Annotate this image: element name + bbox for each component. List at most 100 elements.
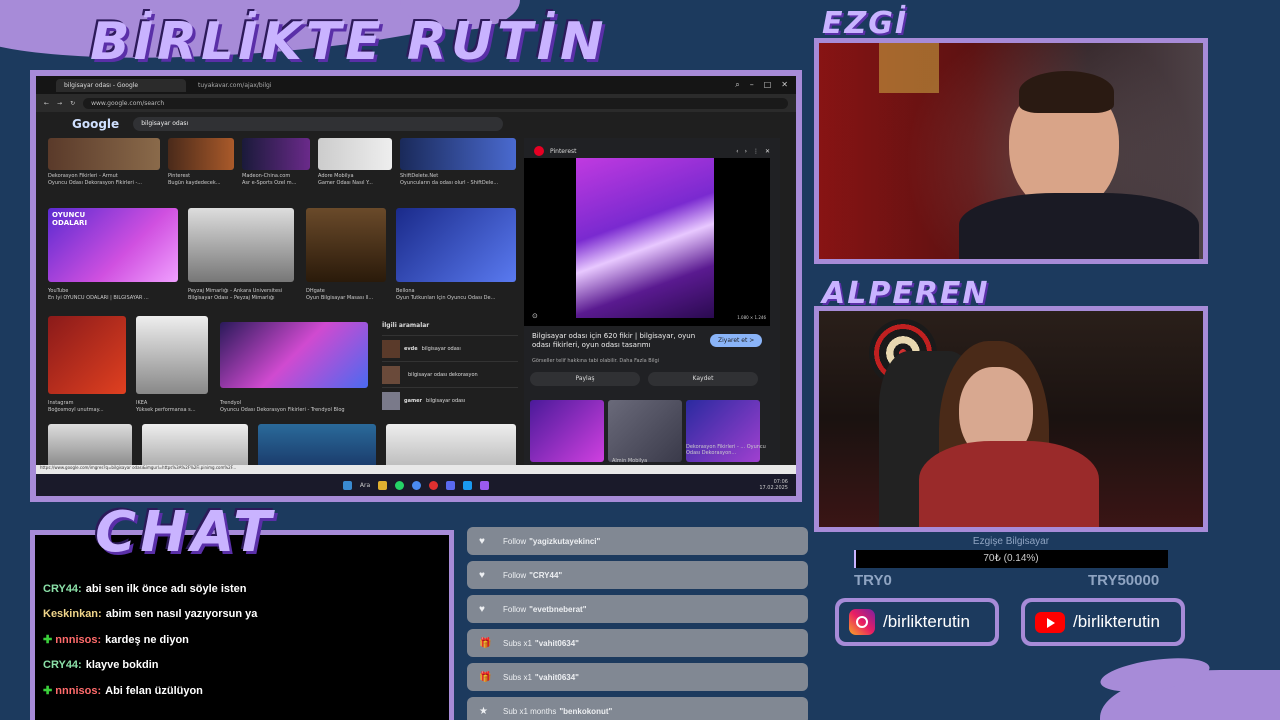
event-user: "vahit0634": [534, 638, 579, 648]
lens-icon[interactable]: ⊙: [532, 312, 538, 320]
result-title[interactable]: Oyuncu Odası Dekorasyon Fikirleri -...: [48, 180, 164, 186]
preview-title[interactable]: Bilgisayar odası için 620 fikir | bilgis…: [532, 332, 702, 350]
cam-top-label: EZGİ: [822, 6, 909, 41]
overlay-title: BİRLİKTE RUTİN: [90, 12, 608, 72]
visit-button[interactable]: Ziyaret et >: [710, 334, 763, 347]
related-item[interactable]: bilgisayar odası dekorasyon: [382, 361, 518, 387]
app-icon[interactable]: [480, 480, 490, 490]
chrome-icon[interactable]: [412, 480, 422, 490]
minimize-icon[interactable]: –: [750, 80, 754, 90]
result-title[interactable]: Yüksek performansa s...: [136, 407, 212, 413]
image-preview-panel: Pinterest ‹ › ⋮ ✕ 1.080 × 1.246 ⊙ Bilgis…: [524, 138, 780, 468]
taskbar: Ara 07:06 17.02.2025: [36, 474, 796, 496]
pinterest-icon: [534, 146, 544, 156]
app-icon[interactable]: [446, 480, 456, 490]
result-thumbnail[interactable]: [400, 138, 516, 170]
event-item: ♥ Follow "yagizkutayekinci": [467, 527, 808, 555]
folder-icon[interactable]: [378, 480, 388, 490]
result-title[interactable]: Asr e-Sports Özel m...: [242, 180, 314, 186]
result-thumbnail[interactable]: [242, 138, 310, 170]
result-title[interactable]: Bilgisayar Odası – Peyzaj Mimarlığı: [188, 295, 298, 301]
url-field[interactable]: www.google.com/search: [83, 97, 788, 109]
similar-thumbnail[interactable]: [608, 400, 682, 462]
browser-tab-active[interactable]: bilgisayar odası - Google: [56, 78, 186, 92]
close-icon[interactable]: ✕: [781, 80, 788, 90]
chat-title: CHAT: [95, 500, 276, 565]
opera-icon[interactable]: [429, 480, 439, 490]
thumbnail-badge: OYUNCU ODALARI: [52, 211, 88, 227]
result-thumbnail[interactable]: [188, 208, 294, 282]
search-icon[interactable]: ⌕: [735, 80, 739, 90]
webcam-bottom: [814, 306, 1208, 532]
streamer-body: [919, 441, 1099, 527]
maximize-icon[interactable]: □: [764, 80, 772, 90]
result-thumbnail[interactable]: [136, 316, 208, 394]
browser-tab[interactable]: tuyakavar.com/ajax/bilgi: [190, 79, 320, 92]
result-thumbnail[interactable]: [48, 424, 132, 468]
google-logo[interactable]: Google: [72, 117, 119, 131]
windows-start-icon[interactable]: [342, 480, 352, 490]
result-thumbnail[interactable]: [306, 208, 386, 282]
reload-icon[interactable]: ↻: [70, 100, 75, 107]
result-source: YouTube: [48, 288, 69, 294]
related-item[interactable]: gamer bilgisayar odası: [382, 387, 518, 413]
preview-image-content: [576, 158, 714, 318]
result-title[interactable]: Boğosmoyl unutmay...: [48, 407, 128, 413]
chat-message: CRY44: klayve bokdin: [43, 659, 441, 671]
event-list: ♥ Follow "yagizkutayekinci" ♥ Follow "CRY4…: [467, 527, 808, 720]
similar-thumbnail[interactable]: [530, 400, 604, 462]
related-searches: İlgili aramalar evde bilgisayar odası bi…: [382, 322, 518, 413]
clock-date: 17.02.2025: [759, 485, 788, 491]
instagram-icon: [849, 609, 875, 635]
heart-icon: ♥: [479, 569, 485, 581]
result-title[interactable]: Bugün kaydedecek...: [168, 180, 238, 186]
result-thumbnail[interactable]: [48, 138, 160, 170]
event-user: "vahit0634": [534, 672, 579, 682]
result-source: Instagram: [48, 400, 74, 406]
event-user: "CRY44": [529, 570, 563, 580]
related-item[interactable]: evde bilgisayar odası: [382, 335, 518, 361]
taskbar-search[interactable]: Ara: [360, 482, 370, 489]
chevron-right-icon[interactable]: ›: [745, 148, 747, 155]
preview-source[interactable]: Pinterest: [550, 148, 577, 155]
result-title[interactable]: Oyuncu Odası Dekorasyon Fikirleri - Tren…: [220, 407, 380, 413]
result-thumbnail[interactable]: [220, 322, 368, 388]
result-thumbnail[interactable]: [142, 424, 248, 468]
youtube-badge: /birlikterutin: [1021, 598, 1185, 646]
result-thumbnail[interactable]: [396, 208, 516, 282]
chevron-left-icon[interactable]: ‹: [736, 148, 738, 155]
result-thumbnail[interactable]: [318, 138, 392, 170]
event-type: Follow: [503, 536, 527, 546]
similar-caption: Almin Mobilya: [612, 458, 648, 464]
shelf-decor: [879, 43, 939, 93]
chat-message: ✚ nnnisos: kardeş ne diyon: [43, 633, 441, 646]
result-thumbnail[interactable]: [386, 424, 516, 468]
result-source: DHgate: [306, 288, 325, 294]
instagram-badge: /birlikterutin: [835, 598, 999, 646]
more-icon[interactable]: ⋮: [753, 148, 759, 155]
result-source: Trendyol: [220, 400, 242, 406]
forward-icon[interactable]: →: [57, 100, 62, 107]
save-button[interactable]: Kaydet: [648, 372, 758, 386]
chat-text: kardeş ne diyon: [105, 634, 189, 646]
whatsapp-icon[interactable]: [395, 480, 405, 490]
event-type: Follow: [503, 604, 527, 614]
result-title[interactable]: Oyun Tutkunları İçin Oyuncu Odası De...: [396, 295, 518, 301]
close-icon[interactable]: ✕: [765, 148, 770, 155]
result-thumbnail[interactable]: OYUNCU ODALARI: [48, 208, 178, 282]
result-title[interactable]: Oyuncuların da odası olurl - ShiftDele..…: [400, 180, 516, 186]
result-title[interactable]: Oyun Bilgisayar Masası İl...: [306, 295, 390, 301]
share-button[interactable]: Paylaş: [530, 372, 640, 386]
heart-icon: ♥: [479, 535, 485, 547]
result-title[interactable]: Gamer Odası Nasıl Y...: [318, 180, 394, 186]
app-icon[interactable]: [463, 480, 473, 490]
preview-image[interactable]: 1.080 × 1.246 ⊙: [524, 158, 770, 326]
back-icon[interactable]: ←: [44, 100, 49, 107]
result-thumbnail[interactable]: [48, 316, 126, 394]
event-type: Sub x1 months: [503, 706, 557, 716]
youtube-icon: [1035, 611, 1065, 633]
result-thumbnail[interactable]: [168, 138, 234, 170]
result-title[interactable]: En İyi OYUNCU ODALARI | BİLGİSAYAR ...: [48, 295, 182, 301]
search-input[interactable]: bilgisayar odası: [133, 117, 504, 131]
result-thumbnail[interactable]: [258, 424, 376, 468]
